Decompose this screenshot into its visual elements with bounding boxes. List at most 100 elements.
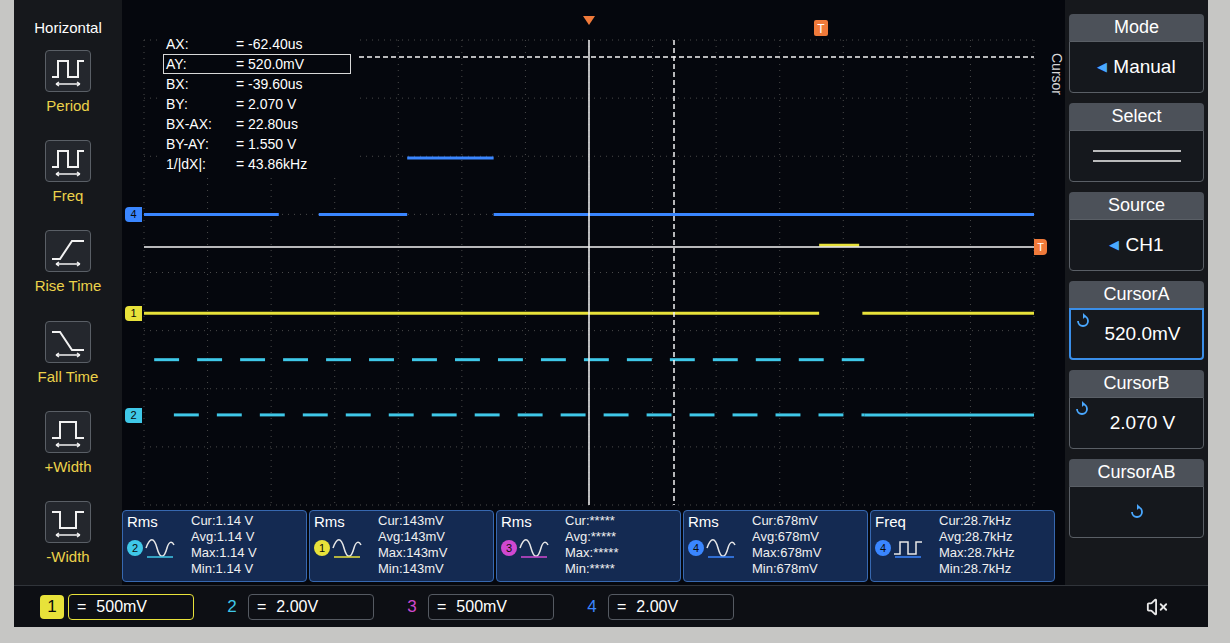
- measure-button[interactable]: Fall Time: [18, 315, 118, 405]
- channel-badge: 4: [875, 540, 891, 556]
- readout-row: AY:= 520.0mV: [163, 54, 351, 74]
- cursor-ax-line[interactable]: [588, 40, 590, 505]
- measurement-cur: Cur:678mV: [752, 513, 821, 529]
- cursor-bx-line[interactable]: [673, 40, 675, 505]
- measurement-max: Max:1.14 V: [191, 545, 257, 561]
- menu-button[interactable]: ◀Manual: [1069, 41, 1204, 93]
- channel-badge: 1: [314, 540, 330, 556]
- cursor-menu: Mode◀ManualSelectSource◀CH1CursorA520.0m…: [1065, 0, 1208, 585]
- channel-number: 1: [40, 595, 64, 619]
- measurement-panel[interactable]: Rms4Cur:678mVAvg:678mVMax:678mVMin:678mV: [683, 510, 868, 582]
- menu-button[interactable]: ◀CH1: [1069, 219, 1204, 271]
- knob-icon: [1075, 313, 1091, 329]
- sine-icon: [145, 537, 175, 559]
- measurement-cur: Cur:*****: [565, 513, 618, 529]
- measurement-panel[interactable]: Freq4Cur:28.7kHzAvg:28.7kHzMax:28.7kHzMi…: [870, 510, 1055, 582]
- menu-button[interactable]: 520.0mV: [1069, 308, 1204, 360]
- measurement-min: Min:678mV: [752, 561, 821, 577]
- channel-scale[interactable]: 1 = 500mV: [40, 594, 194, 620]
- measurement-max: Max:678mV: [752, 545, 821, 561]
- channel-scale[interactable]: 4=2.00V: [580, 594, 734, 620]
- option-arrow: ◀: [1097, 55, 1107, 79]
- measure-button[interactable]: Rise Time: [18, 224, 118, 314]
- measurement-min: Min:143mV: [378, 561, 447, 577]
- option-value: CH1: [1125, 233, 1163, 257]
- measure-sidebar: Horizontal Period Freq Rise Time Fall Time +W…: [14, 0, 122, 585]
- measurement-avg: Avg:678mV: [752, 529, 821, 545]
- channel-scale[interactable]: 3 = 500mV: [400, 594, 554, 620]
- coupling: =: [617, 597, 626, 617]
- channel-number: 3: [400, 595, 424, 619]
- menu-group: CursorA520.0mV: [1069, 281, 1204, 360]
- measure-label: Freq: [53, 186, 84, 206]
- menu-button[interactable]: 2.070 V: [1069, 397, 1204, 449]
- channel-number: 2: [220, 595, 244, 619]
- channel-bar: 1 = 500mV 2=2.00V 3 = 500mV 4 = 2.00V: [14, 585, 1208, 627]
- measure-label: Fall Time: [38, 367, 99, 387]
- menu-header: CursorAB: [1069, 459, 1204, 486]
- measure-button[interactable]: -Width: [18, 495, 118, 585]
- cursor-b-line[interactable]: [359, 56, 1034, 58]
- measurement-cur: Cur:143mV: [378, 513, 447, 529]
- sine-icon: [519, 537, 549, 559]
- period-icon: [48, 53, 88, 89]
- svg-text:T: T: [817, 22, 825, 36]
- channel-badge: 4: [688, 540, 704, 556]
- sidebar-title: Horizontal: [34, 18, 102, 38]
- sine-icon: [332, 537, 362, 559]
- measurement-type: Freq: [875, 513, 939, 531]
- menu-header: CursorB: [1069, 370, 1204, 397]
- option-arrow: ◀: [1109, 233, 1119, 257]
- measurement-panel[interactable]: Rms2Cur:1.14 VAvg:1.14 VMax:1.14 VMin:1.…: [122, 510, 307, 582]
- menu-button[interactable]: [1069, 130, 1204, 182]
- cursor-menu-label: Cursor: [1049, 48, 1065, 100]
- measurement-min: Min:*****: [565, 561, 618, 577]
- menu-group: Select: [1069, 103, 1204, 182]
- measure-button[interactable]: Period: [18, 44, 118, 134]
- measurement-type: Rms: [314, 513, 378, 531]
- sine-icon: [706, 537, 736, 559]
- menu-header: Source: [1069, 192, 1204, 219]
- menu-button[interactable]: [1069, 486, 1204, 538]
- measure-button[interactable]: +Width: [18, 405, 118, 495]
- scale: 500mV: [96, 597, 147, 617]
- measurement-max: Max:143mV: [378, 545, 447, 561]
- pwidth-icon: [48, 414, 88, 450]
- trigger-level-marker[interactable]: T: [1034, 239, 1047, 255]
- measurement-min: Min:1.14 V: [191, 561, 257, 577]
- option-value: Manual: [1113, 55, 1175, 79]
- measurement-panel[interactable]: Rms1Cur:143mVAvg:143mVMax:143mVMin:143mV: [309, 510, 494, 582]
- trigger-marker: T: [814, 20, 828, 36]
- scale: 500mV: [456, 597, 507, 617]
- coupling: =: [77, 597, 86, 617]
- scale: 2.00V: [276, 597, 318, 617]
- coupling: =: [437, 597, 446, 617]
- cursor-value: 2.070 V: [1098, 411, 1176, 435]
- trigger-position-icon: [583, 16, 595, 25]
- menu-group: Source◀CH1: [1069, 192, 1204, 271]
- channel-number: 4: [580, 595, 604, 619]
- menu-group: Mode◀Manual: [1069, 14, 1204, 93]
- readout-row: BY-AY:= 1.550 V: [163, 134, 351, 154]
- measurement-bar: Rms2Cur:1.14 VAvg:1.14 VMax:1.14 VMin:1.…: [122, 510, 1065, 582]
- readout-row: BX:= -39.60us: [163, 74, 351, 94]
- measurement-panel[interactable]: Rms3Cur:*****Avg:*****Max:*****Min:*****: [496, 510, 681, 582]
- trace: [154, 359, 864, 360]
- measurement-max: Max:*****: [565, 545, 618, 561]
- menu-group: CursorAB: [1069, 459, 1204, 538]
- readout-row: AX:= -62.40us: [163, 34, 351, 54]
- measurement-min: Min:28.7kHz: [939, 561, 1015, 577]
- measure-button[interactable]: Freq: [18, 134, 118, 224]
- measurement-max: Max:28.7kHz: [939, 545, 1015, 561]
- measure-label: -Width: [46, 547, 89, 567]
- readout-row: BX-AX:= 22.80us: [163, 114, 351, 134]
- menu-header: CursorA: [1069, 281, 1204, 308]
- channel-marker[interactable]: 2: [125, 408, 142, 423]
- nwidth-icon: [48, 504, 88, 540]
- channel-marker[interactable]: 1: [125, 306, 142, 321]
- measurement-avg: Avg:*****: [565, 529, 618, 545]
- speaker-muted-icon[interactable]: [1146, 596, 1168, 618]
- channel-scale[interactable]: 2=2.00V: [220, 594, 374, 620]
- measurement-avg: Avg:28.7kHz: [939, 529, 1015, 545]
- channel-marker[interactable]: 4: [125, 207, 142, 222]
